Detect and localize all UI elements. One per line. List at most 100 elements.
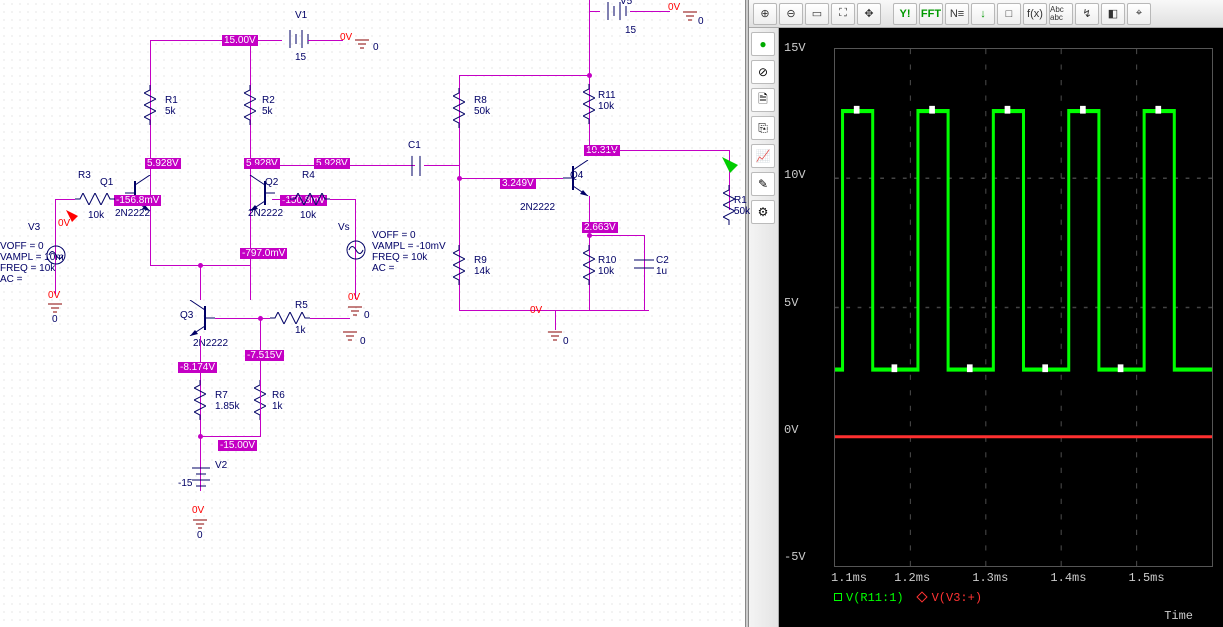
r10: R1010k xyxy=(598,255,616,277)
vs-params: VOFF = 0 VAMPL = -10mV FREQ = 10k AC = xyxy=(372,230,446,274)
wire xyxy=(260,318,261,373)
zoom-area-button[interactable]: ▭ xyxy=(805,3,829,25)
zero-label: 0V xyxy=(340,32,352,43)
r4: R4 xyxy=(302,170,315,181)
gnd-0: 0 xyxy=(373,42,379,53)
q4-model: 2N2222 xyxy=(520,202,555,213)
trace-r11 xyxy=(835,49,1212,566)
vs-ref: Vs xyxy=(338,222,350,233)
plot-toolbar: ⊕ ⊖ ▭ ⛶ ✥ Y! FFT N≡ ↓ □ f(x) Abc abc ↯ ◧… xyxy=(749,0,1223,28)
bjt-icon xyxy=(185,300,215,336)
last-button[interactable]: □ xyxy=(997,3,1021,25)
plot-canvas[interactable] xyxy=(834,48,1213,567)
schematic-canvas[interactable]: V1 15 15.00V 0V 0 R15k R25k 5.928V 5.928… xyxy=(0,0,745,627)
resistor-icon xyxy=(244,85,256,125)
zero-label: 0V xyxy=(348,292,360,303)
node xyxy=(587,233,592,238)
export-button[interactable]: ↓ xyxy=(971,3,995,25)
ground-icon xyxy=(548,330,562,344)
perf-button[interactable]: N≡ xyxy=(945,3,969,25)
r5-val: 1k xyxy=(295,325,306,336)
r11: R1110k xyxy=(598,90,616,112)
c2: C21u xyxy=(656,255,669,277)
y-axis-button[interactable]: Y! xyxy=(893,3,917,25)
gnd-0: 0 xyxy=(698,16,704,27)
v3-params: VOFF = 0 VAMPL = 10m FREQ = 10k AC = xyxy=(0,241,64,285)
mark-button[interactable]: ◧ xyxy=(1101,3,1125,25)
voltage-label: 2.663V xyxy=(582,222,618,233)
x-axis-title: Time xyxy=(1164,609,1193,623)
ground-icon xyxy=(348,305,362,319)
v3-ref: V3 xyxy=(28,222,40,233)
wire xyxy=(150,40,151,265)
source-v1-ref: V1 xyxy=(295,10,307,21)
wire xyxy=(55,199,75,200)
cursor-button[interactable]: ⌖ xyxy=(1127,3,1151,25)
wire xyxy=(589,150,729,151)
wire xyxy=(272,199,290,200)
bjt-icon xyxy=(563,160,593,196)
r-load: R150k xyxy=(734,195,750,217)
r6: R61k xyxy=(272,390,285,412)
unsync-button[interactable]: ↯ xyxy=(1075,3,1099,25)
ytick: 0V xyxy=(784,423,798,437)
wire xyxy=(150,40,282,41)
resistor-icon xyxy=(723,185,735,225)
fx-button[interactable]: f(x) xyxy=(1023,3,1047,25)
resistor-icon xyxy=(290,193,330,205)
voltage-label: -156.8mV xyxy=(114,195,161,206)
zoom-in-button[interactable]: ⊕ xyxy=(753,3,777,25)
label-button[interactable]: Abc abc xyxy=(1049,3,1073,25)
settings-button[interactable]: ⚙ xyxy=(751,200,775,224)
wire xyxy=(250,165,415,166)
gnd-0: 0 xyxy=(364,310,370,321)
ytick: 10V xyxy=(784,168,806,182)
gnd-0: 0 xyxy=(563,336,569,347)
wire xyxy=(330,199,355,200)
zero-label: 0V xyxy=(48,290,60,301)
c1: C1 xyxy=(408,140,421,151)
pan-button[interactable]: ✥ xyxy=(857,3,881,25)
capacitor-icon xyxy=(408,156,424,176)
ground-icon xyxy=(683,10,697,24)
v5-val: 15 xyxy=(625,25,636,36)
probe-marker-icon xyxy=(64,208,82,226)
zoom-out-button[interactable]: ⊖ xyxy=(779,3,803,25)
zoom-fit-button[interactable]: ⛶ xyxy=(831,3,855,25)
xtick: 1.5ms xyxy=(1129,571,1165,585)
q1-ref: Q1 xyxy=(100,177,113,188)
battery-icon xyxy=(192,462,210,492)
run-button[interactable]: ● xyxy=(751,32,775,56)
capacitor-icon xyxy=(634,256,654,272)
plot-legend: V(R11:1) V(V3:+) xyxy=(834,591,982,605)
r9: R914k xyxy=(474,255,490,277)
voltage-label: -15.00V xyxy=(218,440,257,451)
node xyxy=(587,73,592,78)
resistor-icon xyxy=(144,85,156,125)
wire xyxy=(200,436,261,437)
voltage-label: -797.0mV xyxy=(240,248,287,259)
plot-area[interactable]: 15V 10V 5V 0V -5V 1.1ms 1.2ms 1.3ms 1.4m… xyxy=(779,28,1223,627)
fft-button[interactable]: FFT xyxy=(919,3,943,25)
resistor-icon xyxy=(583,245,595,285)
r3: R3 xyxy=(78,170,91,181)
chart-button[interactable]: 📈 xyxy=(751,144,775,168)
r3-val: 10k xyxy=(88,210,104,221)
r4-val: 10k xyxy=(300,210,316,221)
node xyxy=(457,176,462,181)
sine-source-icon xyxy=(346,240,366,260)
voltage-label: 3.249V xyxy=(500,178,536,189)
resistor-icon xyxy=(270,312,310,324)
stop-button[interactable]: ⊘ xyxy=(751,60,775,84)
r2: R25k xyxy=(262,95,275,117)
source-v1-val: 15 xyxy=(295,52,306,63)
wire xyxy=(260,373,261,436)
gnd-0: 0 xyxy=(197,530,203,541)
doc-button[interactable]: 🗎 xyxy=(751,88,775,112)
zero-label: 0V xyxy=(530,305,542,316)
edit-button[interactable]: ✎ xyxy=(751,172,775,196)
zero-label: 0V xyxy=(668,2,680,13)
copy-button[interactable]: ⎘ xyxy=(751,116,775,140)
voltage-label: 5.928V xyxy=(145,158,181,169)
ground-icon xyxy=(355,37,375,51)
